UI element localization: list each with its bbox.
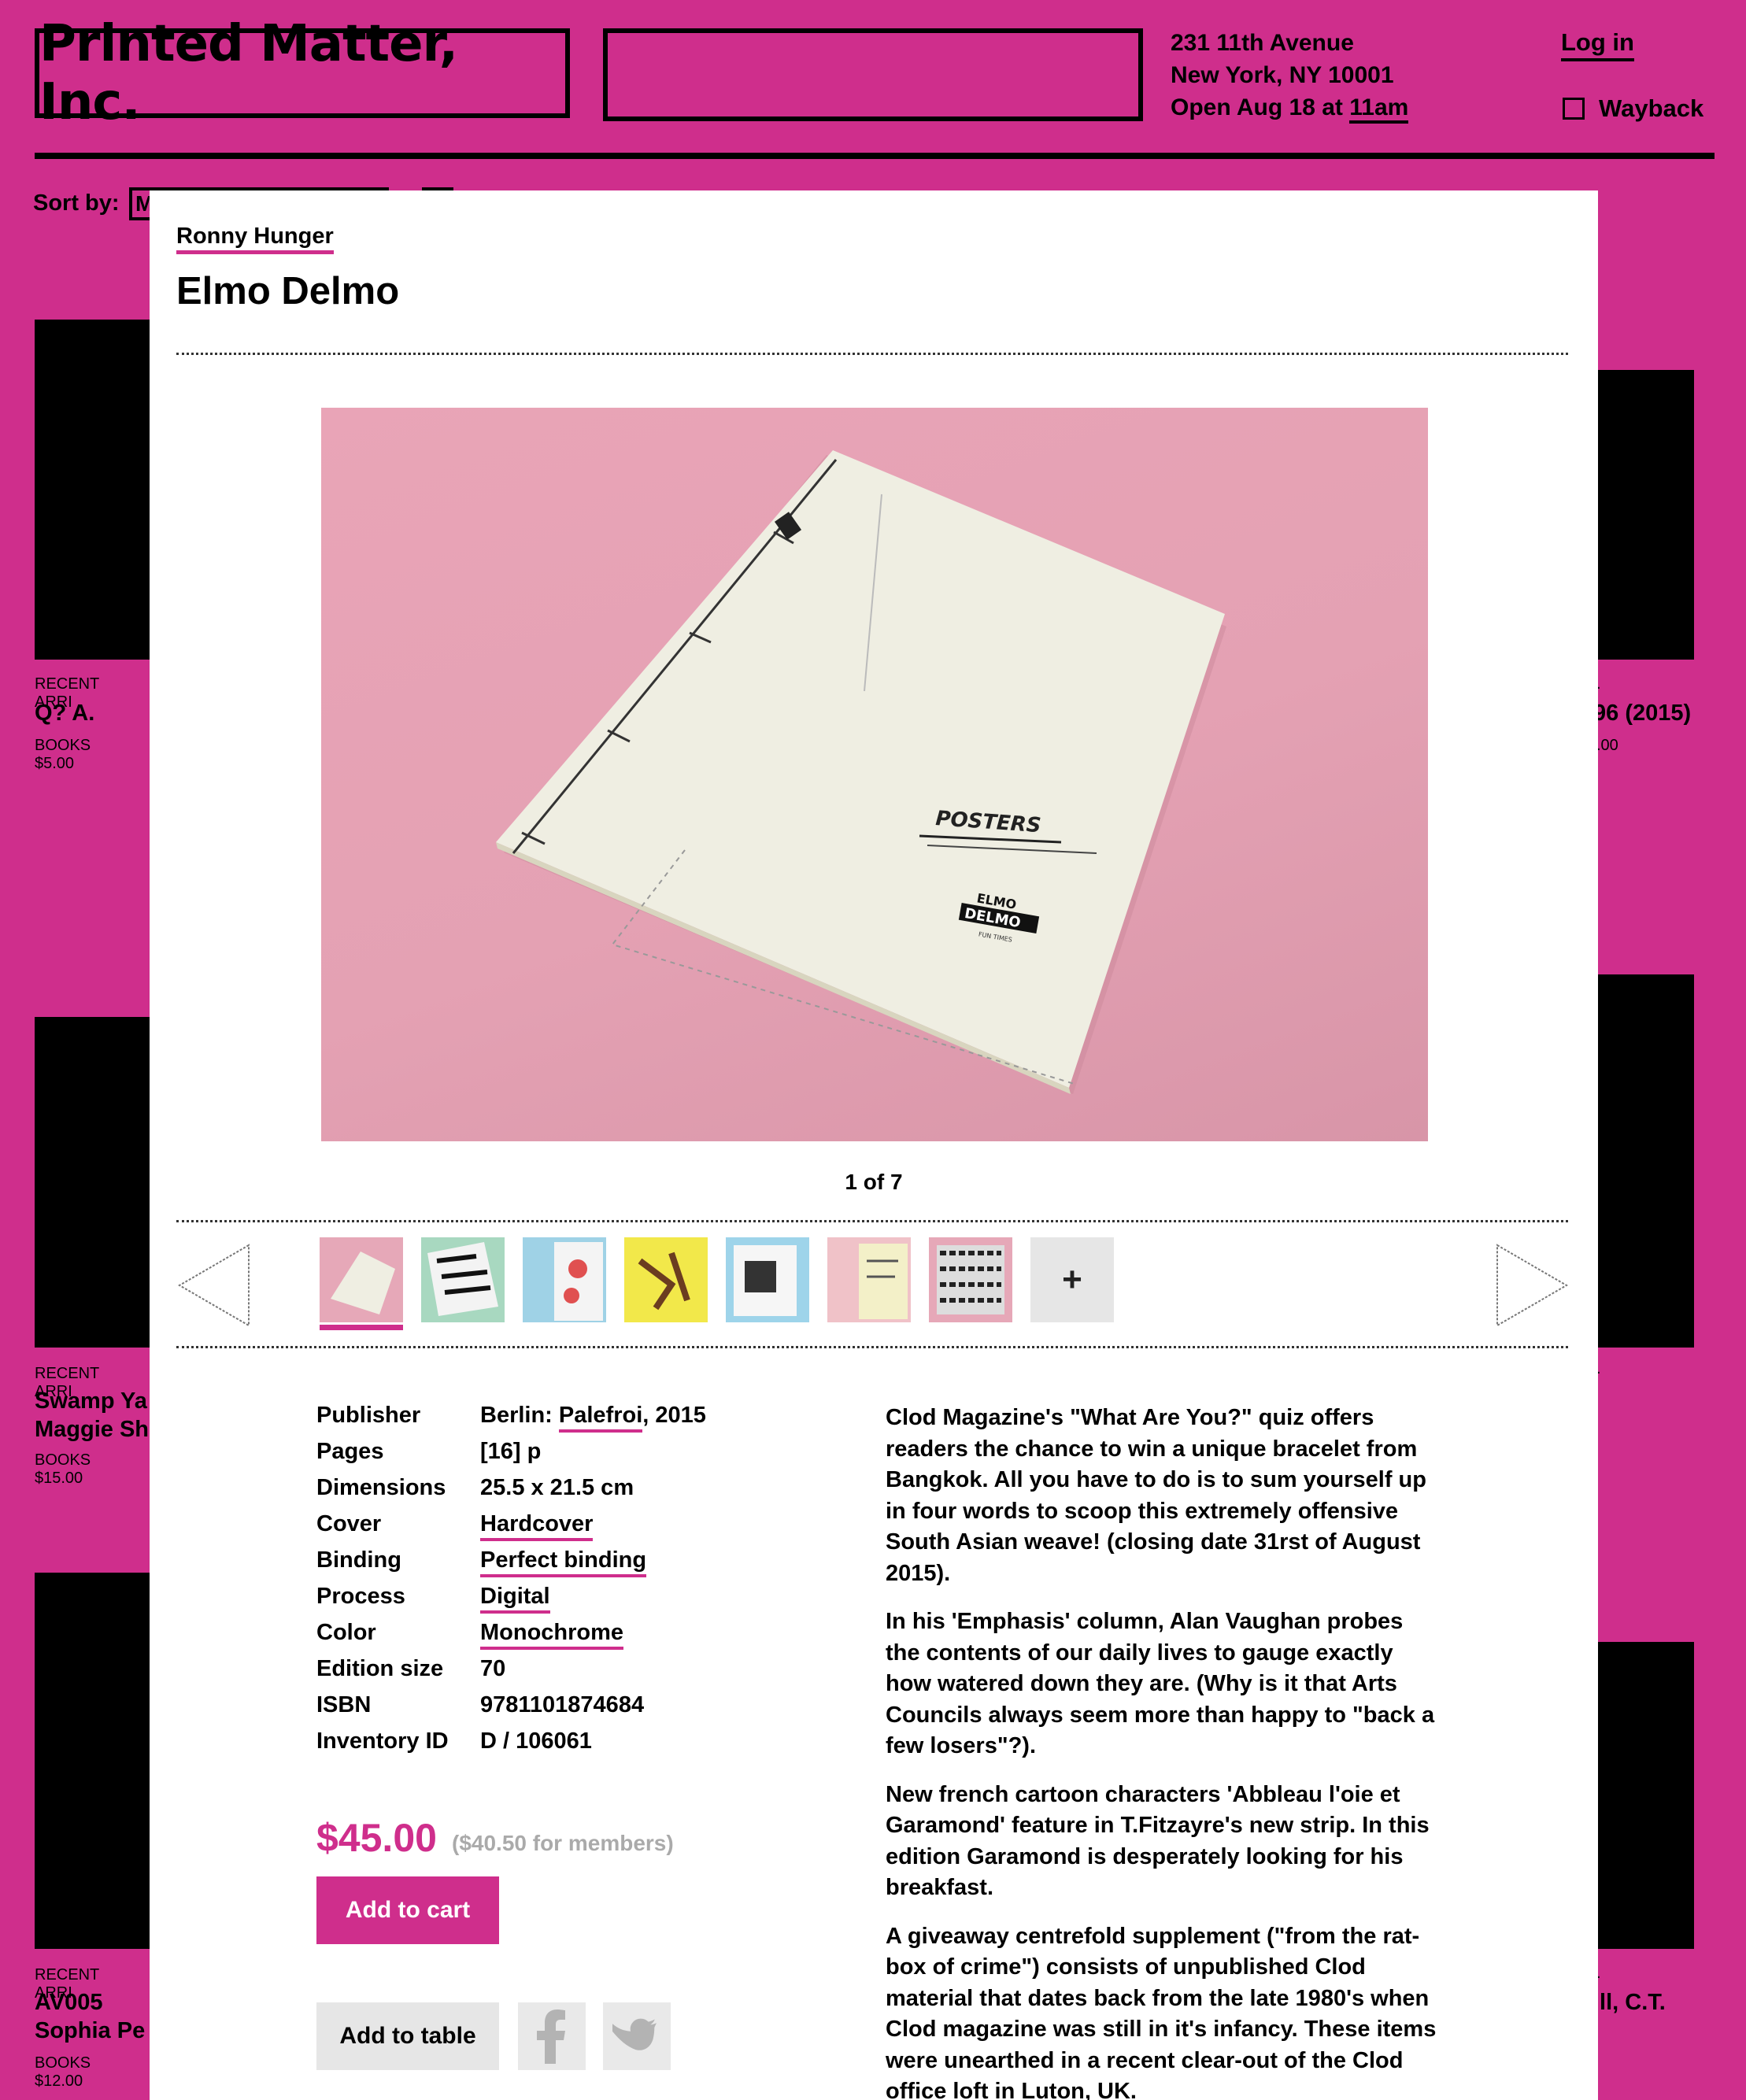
detail-label: Edition size — [316, 1656, 444, 1681]
twitter-share-button[interactable] — [603, 2002, 671, 2070]
add-to-cart-button[interactable]: Add to cart — [316, 1876, 499, 1944]
wayback-label: Wayback — [1599, 94, 1704, 122]
store-hours: Open Aug 18 at 11am — [1171, 91, 1409, 124]
address-line-1: 231 11th Avenue — [1171, 30, 1354, 56]
detail-value: [16] p — [480, 1439, 542, 1464]
search-input[interactable] — [603, 28, 1143, 121]
thumbnail[interactable] — [624, 1237, 708, 1322]
detail-value: Monochrome — [480, 1620, 624, 1650]
detail-label: Dimensions — [316, 1475, 446, 1500]
facebook-icon — [537, 2009, 565, 2064]
detail-label: Color — [316, 1620, 376, 1645]
detail-label: Publisher — [316, 1403, 421, 1428]
header-divider — [35, 153, 1715, 159]
image-counter: 1 of 7 — [845, 1170, 903, 1194]
cover-link[interactable]: Hardcover — [480, 1511, 594, 1541]
publisher-link[interactable]: Palefroi — [558, 1403, 643, 1433]
thumbs-bottom-divider — [176, 1346, 1568, 1348]
detail-value: 9781101874684 — [480, 1692, 645, 1717]
book-photo: POSTERS ELMO DELMO FUN TIMES — [496, 450, 1226, 1094]
product-card-image[interactable] — [35, 1573, 153, 1949]
detail-value: 70 — [480, 1656, 506, 1681]
thumbnail[interactable] — [421, 1237, 505, 1322]
thumbnail[interactable] — [726, 1237, 809, 1322]
hours-prefix: Open Aug 18 at — [1171, 94, 1350, 120]
process-link[interactable]: Digital — [480, 1584, 550, 1614]
product-card-image[interactable] — [35, 1017, 153, 1348]
product-card-price: BOOKS $15.00 — [35, 1451, 91, 1487]
hours-link[interactable]: 11am — [1349, 94, 1409, 124]
author-link[interactable]: Ronny Hunger — [176, 222, 334, 254]
product-card-title[interactable]: ill, C.T. — [1593, 1988, 1666, 2017]
prev-image-button[interactable] — [176, 1242, 252, 1329]
detail-value-text: Berlin: — [480, 1403, 559, 1428]
product-card-price: BOOKS $5.00 — [35, 737, 91, 772]
product-card-artist[interactable]: Sophia Pe — [35, 2017, 145, 2046]
thumbnail[interactable] — [320, 1237, 403, 1330]
detail-label: ISBN — [316, 1692, 372, 1717]
member-price: ($40.50 for members) — [452, 1831, 674, 1855]
thumbnail[interactable] — [523, 1237, 606, 1322]
detail-value: Berlin: Palefroi, 2015 — [480, 1403, 706, 1433]
detail-label: Pages — [316, 1439, 384, 1464]
detail-label: Process — [316, 1584, 405, 1609]
detail-value-suffix: , 2015 — [642, 1403, 706, 1428]
thumbnail[interactable] — [827, 1237, 911, 1322]
product-card-title[interactable]: AV005 — [35, 1988, 103, 2017]
detail-value: Hardcover — [480, 1511, 594, 1541]
product-card-price: .00 — [1596, 737, 1618, 754]
login-link[interactable]: Log in — [1561, 27, 1634, 61]
next-image-button[interactable] — [1494, 1242, 1570, 1329]
detail-value: Perfect binding — [480, 1547, 647, 1577]
color-link[interactable]: Monochrome — [480, 1620, 624, 1650]
twitter-icon — [612, 2018, 657, 2050]
description-paragraph: Clod Magazine's "What Are You?" quiz off… — [886, 1405, 1426, 1586]
product-card-title[interactable]: Swamp Ya — [35, 1387, 147, 1416]
product-card-image[interactable] — [35, 320, 153, 660]
description-paragraph: New french cartoon characters 'Abbleau l… — [886, 1781, 1430, 1901]
product-title: Elmo Delmo — [176, 270, 400, 312]
sort-label: Sort by: — [33, 190, 120, 216]
product-price: $45.00 — [316, 1816, 437, 1860]
detail-label: Inventory ID — [316, 1728, 449, 1754]
add-to-table-button[interactable]: Add to table — [316, 2002, 499, 2070]
detail-value: Digital — [480, 1584, 550, 1614]
wayback-checkbox[interactable] — [1563, 98, 1585, 120]
product-description: Clod Magazine's "What Are You?" quiz off… — [886, 1403, 1437, 2100]
arrow-right-icon — [1496, 1244, 1568, 1327]
main-product-image[interactable]: POSTERS ELMO DELMO FUN TIMES — [321, 408, 1428, 1141]
description-paragraph: In his 'Emphasis' column, Alan Vaughan p… — [886, 1609, 1435, 1758]
thumbnail-strip: + — [320, 1237, 1132, 1330]
detail-label: Cover — [316, 1511, 382, 1536]
site-logo[interactable]: Printed Matter, Inc. — [35, 15, 570, 131]
binding-link[interactable]: Perfect binding — [480, 1547, 647, 1577]
product-card-artist[interactable]: Maggie Sh — [35, 1415, 149, 1444]
detail-label: Binding — [316, 1547, 401, 1573]
product-card-title[interactable]: Q? A. — [35, 699, 94, 728]
thumbnail[interactable] — [929, 1237, 1012, 1322]
more-images-button[interactable]: + — [1030, 1237, 1114, 1322]
address-line-2: New York, NY 10001 — [1171, 62, 1394, 88]
thumbs-top-divider — [176, 1220, 1568, 1222]
detail-value: 25.5 x 21.5 cm — [480, 1475, 634, 1500]
product-card-title[interactable]: 96 (2015) — [1593, 699, 1691, 728]
store-address: 231 11th Avenue New York, NY 10001 Open … — [1171, 27, 1409, 124]
facebook-share-button[interactable] — [518, 2002, 586, 2070]
product-modal: Ronny Hunger Elmo Delmo POSTERS ELMO DEL… — [150, 190, 1598, 2100]
description-paragraph: A giveaway centrefold supplement ("from … — [886, 1923, 1437, 2100]
detail-value: D / 106061 — [480, 1728, 592, 1754]
wayback-toggle[interactable]: Wayback — [1563, 94, 1703, 123]
product-card-price: BOOKS $12.00 — [35, 2054, 91, 2090]
title-divider — [176, 353, 1568, 355]
arrow-left-icon — [178, 1244, 250, 1327]
